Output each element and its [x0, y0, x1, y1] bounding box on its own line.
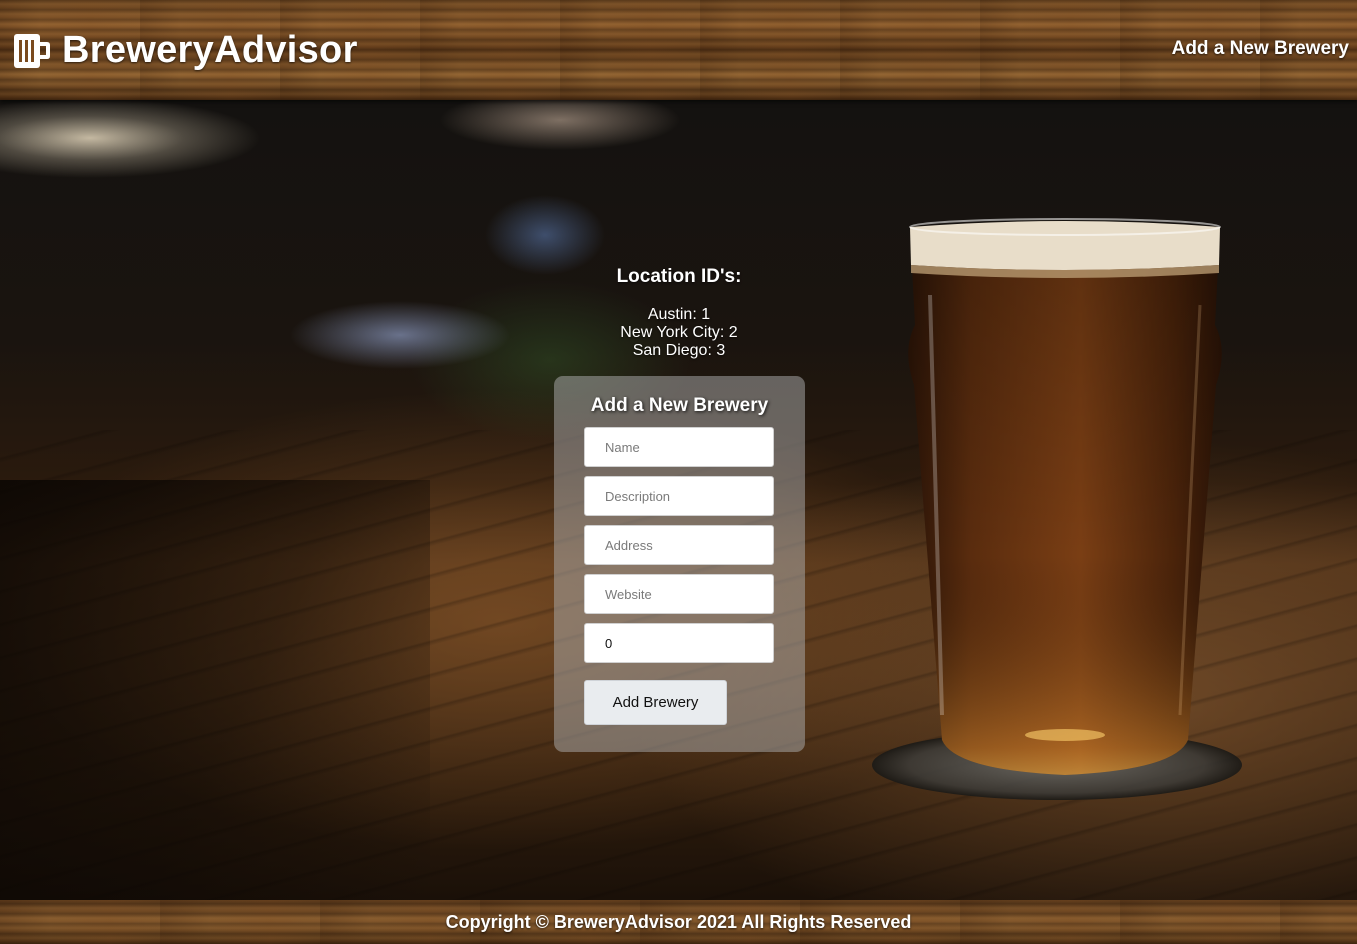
site-header: BreweryAdvisor Add a New Brewery: [0, 0, 1357, 100]
location-item-san-diego: San Diego: 3: [632, 342, 726, 359]
brand-name: BreweryAdvisor: [62, 28, 358, 71]
beer-glass-image: [872, 218, 1242, 800]
location-ids-panel: Location ID's: Austin: 1 New York City: …: [529, 266, 829, 360]
copyright-text: Copyright © BreweryAdvisor 2021 All Righ…: [445, 911, 912, 932]
site-footer: Copyright © BreweryAdvisor 2021 All Righ…: [0, 900, 1357, 944]
nav-add-brewery-link[interactable]: Add a New Brewery: [1172, 38, 1349, 60]
description-input[interactable]: [584, 476, 774, 516]
beer-mug-icon: [14, 34, 50, 68]
location-item-austin: Austin: 1: [647, 306, 711, 323]
name-input[interactable]: [584, 427, 774, 467]
add-brewery-form: Add a New Brewery Add Brewery: [554, 376, 805, 752]
form-title: Add a New Brewery: [590, 395, 769, 416]
website-input[interactable]: [584, 574, 774, 614]
add-brewery-button[interactable]: Add Brewery: [584, 680, 727, 725]
location-item-new-york: New York City: 2: [620, 324, 738, 341]
brand-logo[interactable]: BreweryAdvisor: [14, 28, 358, 72]
address-input[interactable]: [584, 525, 774, 565]
location-ids-title: Location ID's:: [616, 266, 742, 287]
background-shadow: [0, 480, 430, 900]
location-id-input[interactable]: [584, 623, 774, 663]
